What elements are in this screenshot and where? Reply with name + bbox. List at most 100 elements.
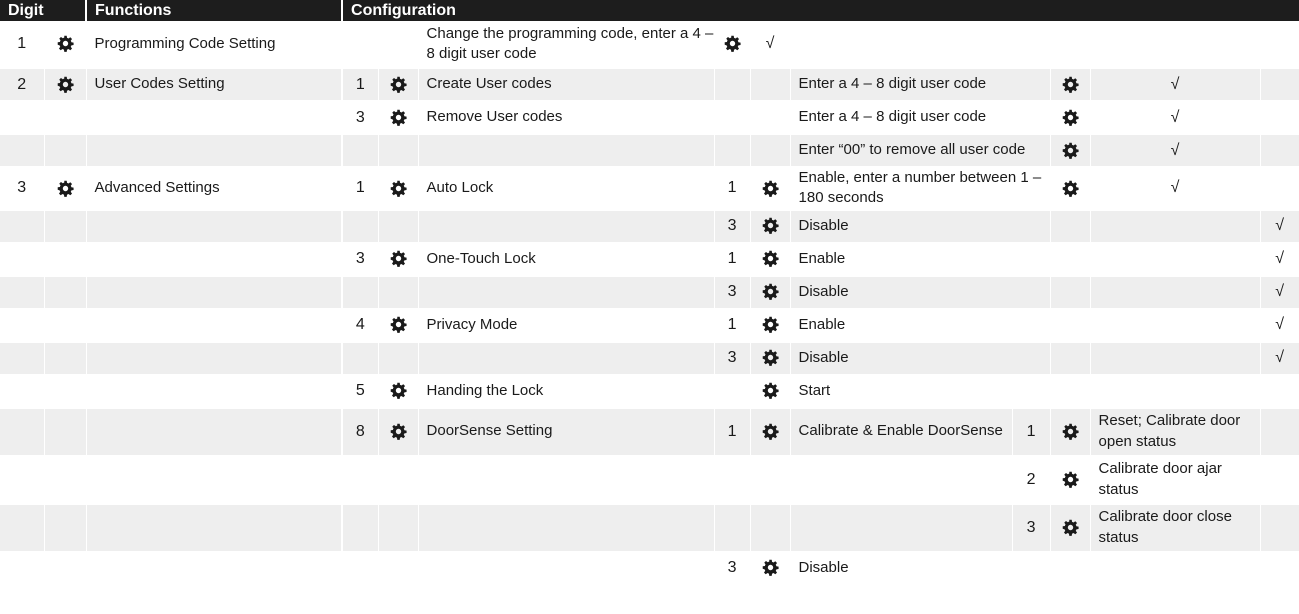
function-cell (86, 551, 344, 586)
suboption-label-cell (790, 455, 1013, 505)
suboption-icon-cell (750, 275, 791, 310)
option-icon-cell (378, 551, 419, 586)
confirm-icon-cell (1050, 308, 1091, 343)
table-row: 3 Disable √ (0, 341, 1299, 376)
digit-cell: 2 (0, 68, 45, 102)
option-icon-cell (378, 341, 419, 376)
digit-icon-cell (44, 101, 87, 135)
function-cell (86, 209, 344, 244)
confirm-icon-cell (1050, 101, 1091, 135)
digit-cell (0, 209, 45, 244)
gear-icon (762, 316, 779, 333)
check-cell (1260, 101, 1299, 135)
check-cell (1260, 407, 1299, 457)
step-icon-cell (1050, 551, 1091, 586)
suboption-label-cell: Enter a 4 – 8 digit user code (790, 101, 1051, 135)
gear-icon (1062, 142, 1079, 159)
function-cell: Advanced Settings (86, 167, 344, 211)
gear-icon (1062, 76, 1079, 93)
option-number-cell: 8 (342, 407, 379, 457)
option-label-cell (418, 275, 715, 310)
gear-icon (57, 180, 74, 197)
option-icon-cell (378, 68, 419, 102)
suboption-number-cell: 1 (714, 308, 751, 343)
step-label-cell: Calibrate door close status (1090, 503, 1261, 553)
option-number-cell: 3 (342, 242, 379, 277)
check-cell: √ (1090, 68, 1261, 102)
confirm-icon-cell (1050, 167, 1091, 211)
option-number-cell (342, 209, 379, 244)
digit-icon-cell (44, 551, 87, 586)
option-icon-cell (378, 167, 419, 211)
gear-icon (762, 217, 779, 234)
digit-icon-cell (44, 242, 87, 277)
suboption-number-cell: 3 (714, 275, 751, 310)
option-label-cell: Remove User codes (418, 101, 715, 135)
option-label-cell (418, 209, 715, 244)
digit-icon-cell (44, 275, 87, 310)
confirm-icon-cell (1050, 209, 1091, 244)
function-cell (86, 455, 344, 505)
suboption-icon-cell (750, 551, 791, 586)
check-cell (1090, 209, 1261, 244)
suboption-icon-cell (750, 374, 791, 409)
suboption-label-cell: Start (790, 374, 1051, 409)
option-icon-cell (378, 101, 419, 135)
option-icon-cell (378, 275, 419, 310)
option-label-cell (418, 503, 715, 553)
suboption-number-cell: 3 (714, 209, 751, 244)
option-label-cell: Change the programming code, enter a 4 –… (418, 21, 715, 69)
digit-cell: 1 (0, 21, 45, 69)
check-cell: √ (1260, 242, 1299, 277)
check-cell (1090, 374, 1261, 409)
confirm-icon-cell (1050, 275, 1091, 310)
digit-cell (0, 341, 45, 376)
option-number-cell: 4 (342, 308, 379, 343)
digit-icon-cell (44, 455, 87, 505)
option-number-cell (342, 503, 379, 553)
gear-icon (390, 109, 407, 126)
suboption-icon-cell (750, 503, 791, 553)
digit-icon-cell (44, 503, 87, 553)
step-label-cell: Calibrate door ajar status (1090, 455, 1261, 505)
digit-icon-cell (44, 209, 87, 244)
table-row: 3 Advanced Settings 1 Auto Lock 1 Enable, ent… (0, 167, 1299, 211)
suboption-icon-cell (750, 242, 791, 277)
suboption-icon-cell (750, 308, 791, 343)
suboption-label-cell: Disable (790, 275, 1051, 310)
option-label-cell: DoorSense Setting (418, 407, 715, 457)
check-cell (1090, 275, 1261, 310)
check-cell (1090, 341, 1261, 376)
check-cell: √ (1260, 308, 1299, 343)
gear-icon (762, 423, 779, 440)
option-number-cell (342, 275, 379, 310)
step-icon-cell (1050, 503, 1091, 553)
function-cell (86, 242, 344, 277)
function-cell (86, 341, 344, 376)
suboption-number-cell (714, 68, 751, 102)
table-row: 3 Disable √ (0, 209, 1299, 244)
option-icon-cell (378, 455, 419, 505)
gear-icon (390, 250, 407, 267)
option-number-cell (342, 551, 379, 586)
table-row: 8 DoorSense Setting 1 Calibrate & Enable Do… (0, 407, 1299, 457)
suboption-number-cell: 3 (714, 551, 751, 586)
option-label-cell (418, 551, 715, 586)
check-cell: √ (1260, 341, 1299, 376)
option-number-cell (342, 341, 379, 376)
check-cell (1090, 242, 1261, 277)
suboption-label-cell: Enter a 4 – 8 digit user code (790, 68, 1051, 102)
option-label-cell (418, 341, 715, 376)
gear-icon (724, 35, 741, 52)
gear-icon (762, 382, 779, 399)
check-cell (1260, 374, 1299, 409)
digit-cell (0, 551, 45, 586)
suboption-number-cell (714, 503, 751, 553)
table-row: 3 Calibrate door close status (0, 503, 1299, 553)
gear-icon (390, 76, 407, 93)
function-cell (86, 308, 344, 343)
suboption-label-cell: Enter “00” to remove all user code (790, 134, 1051, 168)
gear-icon (1062, 471, 1079, 488)
suboption-label-cell: Enable (790, 308, 1051, 343)
option-number-cell: 1 (342, 68, 379, 102)
